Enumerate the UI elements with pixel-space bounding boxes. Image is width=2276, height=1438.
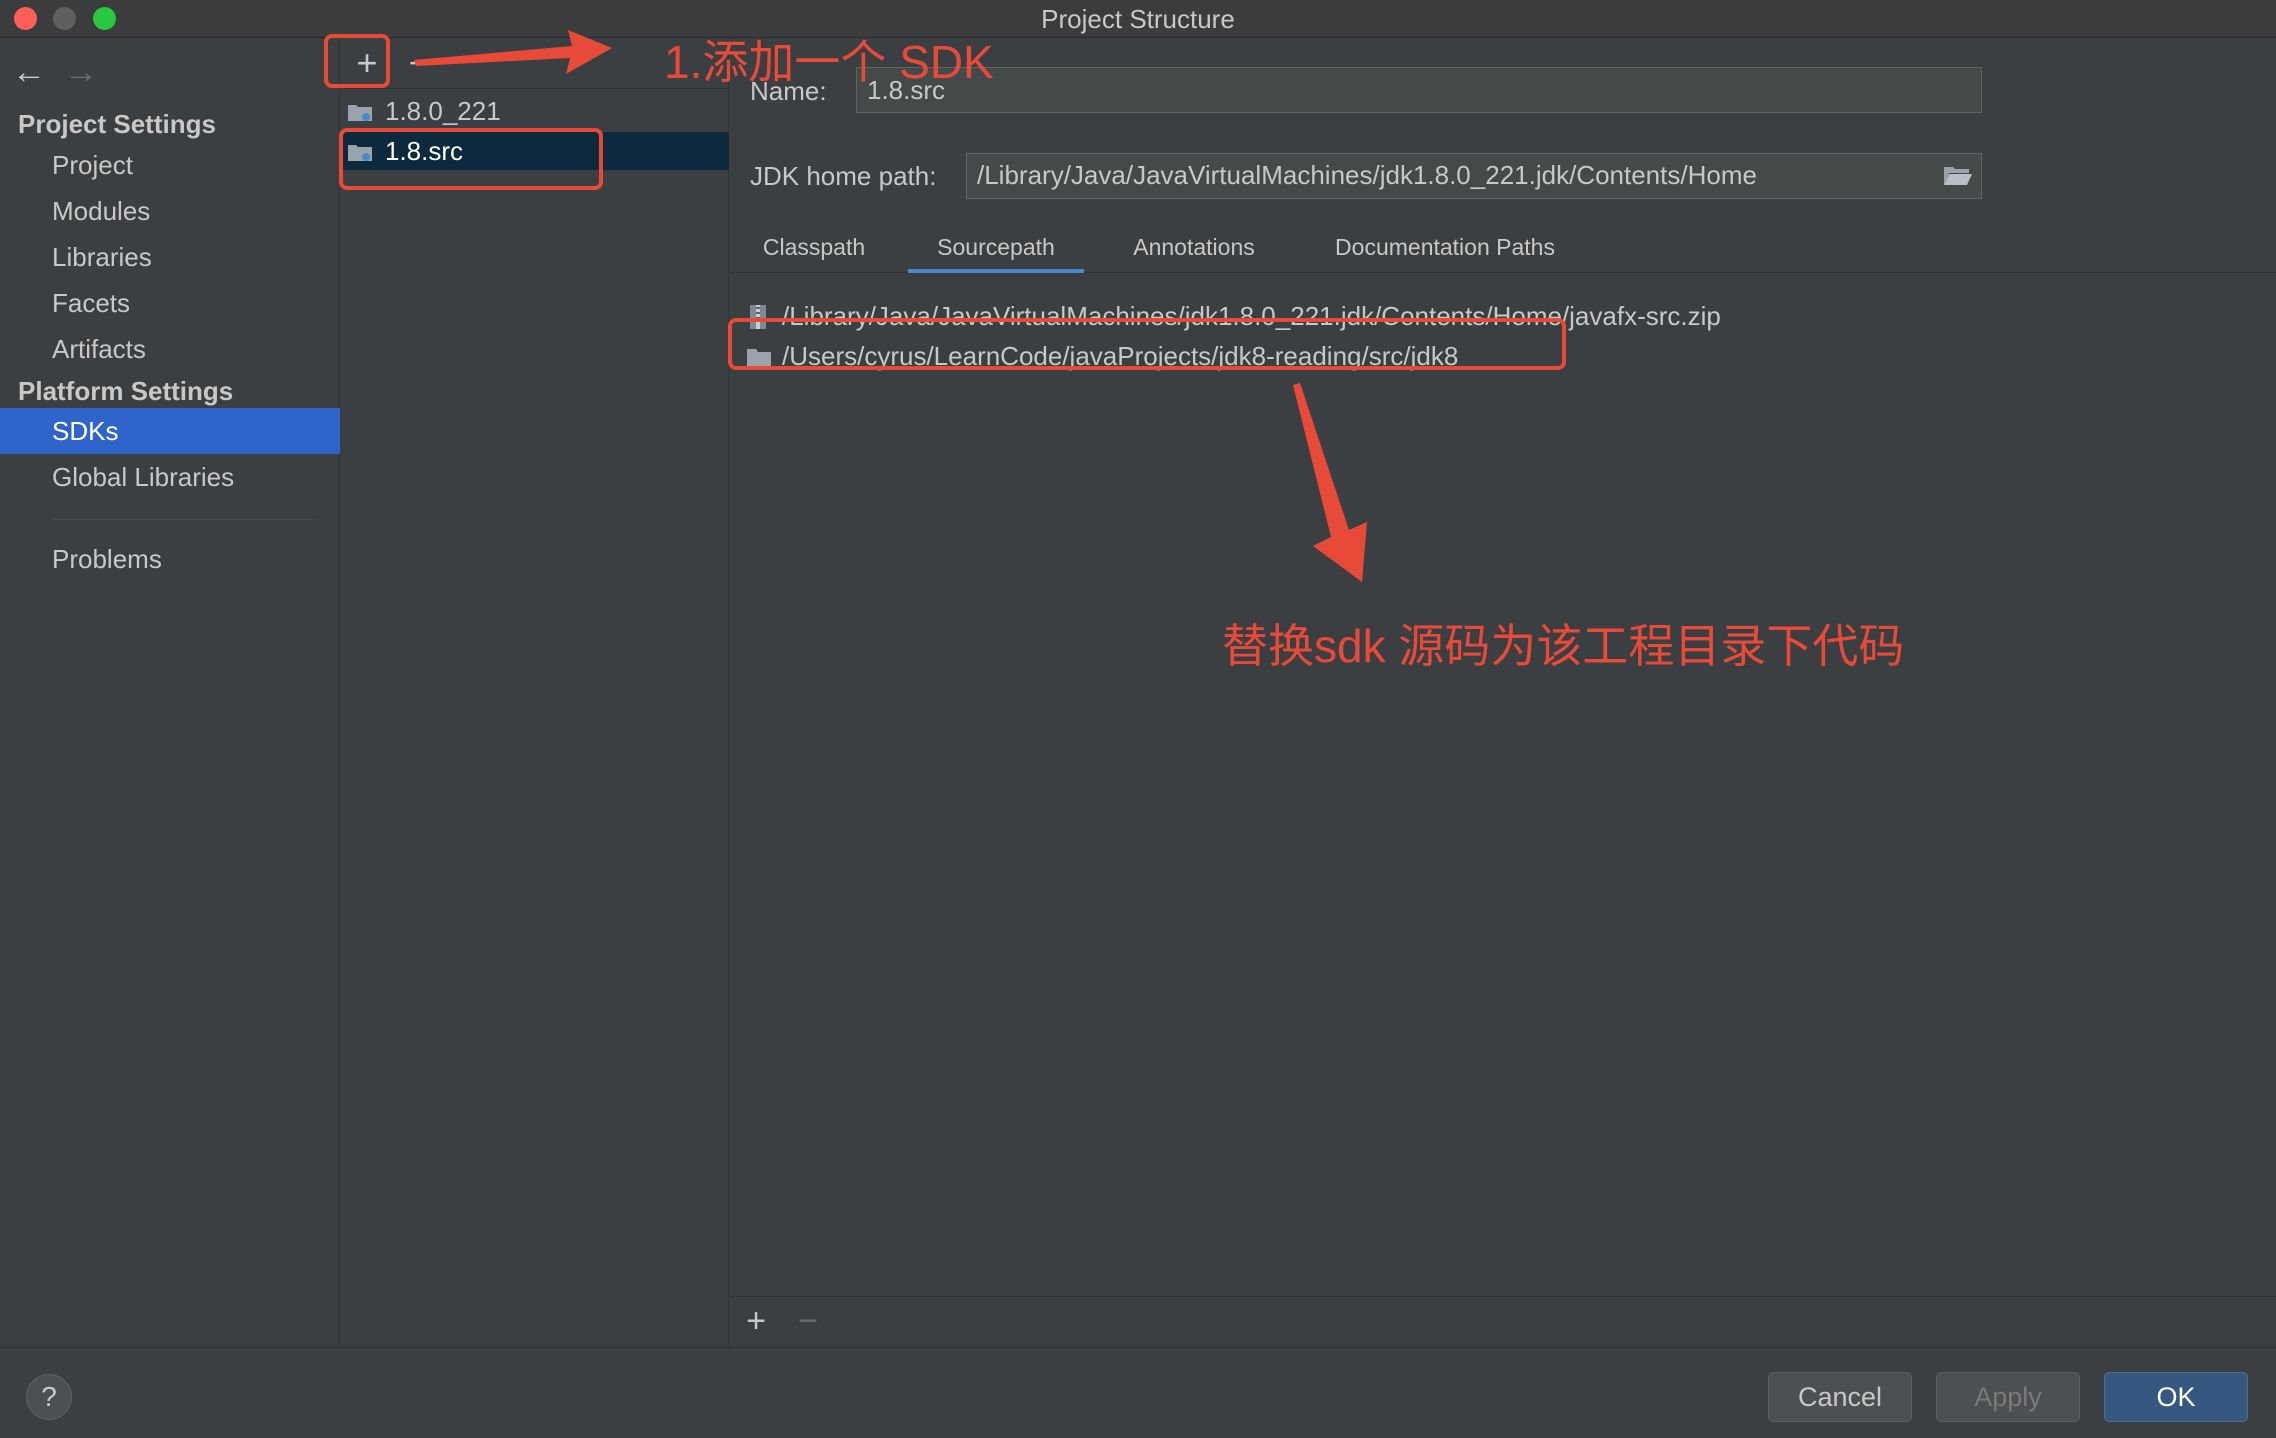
sidebar-item-global-libraries[interactable]: Global Libraries	[0, 454, 340, 500]
help-button[interactable]: ?	[26, 1374, 72, 1420]
dialog-footer: ? Cancel Apply OK	[0, 1347, 2276, 1438]
sidebar: ← → Project Settings Project Modules Lib…	[0, 39, 340, 1347]
back-arrow-icon[interactable]: ←	[12, 55, 46, 89]
sidebar-divider	[52, 519, 314, 520]
window-title: Project Structure	[1041, 4, 1235, 34]
tab-documentation-paths[interactable]: Documentation Paths	[1302, 225, 1588, 273]
project-settings-header: Project Settings	[18, 109, 216, 139]
annotation-highlight-add-button	[324, 34, 390, 88]
tab-annotations[interactable]: Annotations	[1102, 225, 1286, 273]
tab-classpath[interactable]: Classpath	[744, 225, 884, 273]
sidebar-item-modules[interactable]: Modules	[0, 188, 340, 234]
sdk-detail-panel: Name: JDK home path: /Library/Java/JavaV…	[730, 39, 2276, 1347]
forward-arrow-icon[interactable]: →	[64, 55, 98, 89]
annotation-highlight-source-path	[728, 318, 1566, 370]
sidebar-item-artifacts[interactable]: Artifacts	[0, 326, 340, 372]
sdk-list-panel: + − 1.8.0_221 1.8.src	[341, 39, 729, 1347]
sourcepath-toolbar: + −	[730, 1296, 2276, 1346]
title-bar: Project Structure	[0, 0, 2276, 38]
tab-sourcepath[interactable]: Sourcepath	[908, 225, 1084, 273]
annotation-step2-text: 替换sdk 源码为该工程目录下代码	[1222, 620, 1905, 672]
sidebar-item-project[interactable]: Project	[0, 142, 340, 188]
tab-bar: Classpath Sourcepath Annotations Documen…	[730, 225, 2276, 273]
name-field[interactable]	[856, 67, 1982, 113]
folder-browse-icon[interactable]	[1943, 164, 1973, 186]
remove-path-button[interactable]: −	[788, 1301, 828, 1341]
sdk-item-label: 1.8.0_221	[385, 96, 501, 126]
sidebar-item-problems[interactable]: Problems	[0, 536, 340, 582]
apply-button[interactable]: Apply	[1936, 1372, 2080, 1422]
cancel-button[interactable]: Cancel	[1768, 1372, 1912, 1422]
add-path-button[interactable]: +	[736, 1301, 776, 1341]
jdk-home-path-value: /Library/Java/JavaVirtualMachines/jdk1.8…	[977, 160, 1757, 190]
sdk-list-item[interactable]: 1.8.0_221	[341, 92, 729, 130]
annotation-step1-text: 1.添加一个 SDK	[664, 36, 994, 88]
annotation-highlight-sdk-item	[339, 128, 603, 190]
ok-button[interactable]: OK	[2104, 1372, 2248, 1422]
jdk-home-path-field[interactable]: /Library/Java/JavaVirtualMachines/jdk1.8…	[966, 153, 1982, 199]
platform-settings-header: Platform Settings	[18, 376, 234, 406]
jdk-home-path-label: JDK home path:	[750, 161, 937, 191]
remove-sdk-button[interactable]: −	[399, 43, 439, 83]
sidebar-item-sdks[interactable]: SDKs	[0, 408, 340, 454]
sidebar-item-facets[interactable]: Facets	[0, 280, 340, 326]
jdk-folder-icon	[348, 105, 372, 121]
sidebar-item-libraries[interactable]: Libraries	[0, 234, 340, 280]
